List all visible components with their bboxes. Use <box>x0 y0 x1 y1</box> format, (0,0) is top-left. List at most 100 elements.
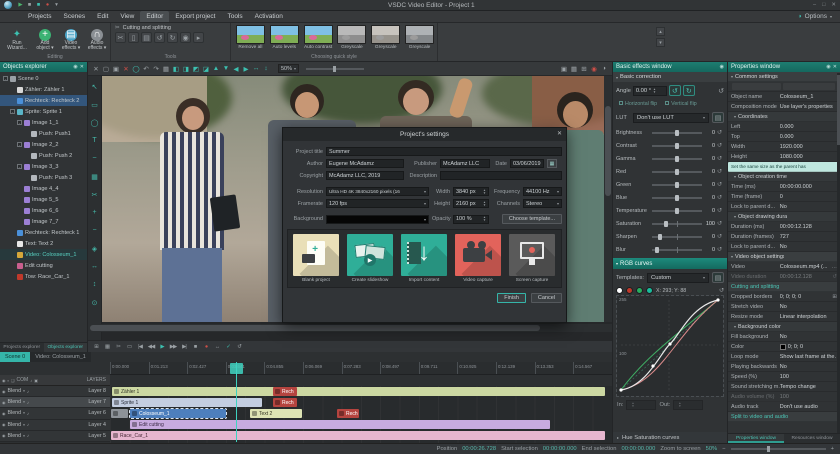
timeline-tracks[interactable]: Zähler 1 Rech Sprite 1 Rech <box>110 386 612 443</box>
property-row[interactable]: ▾ Color 0; 0; 0 <box>728 342 840 352</box>
slider-handle[interactable] <box>664 221 668 227</box>
menu-item[interactable]: Edit <box>91 11 114 22</box>
slider-track[interactable] <box>652 184 702 186</box>
finish-button[interactable]: Finish <box>497 293 526 303</box>
eye-icon[interactable]: ◉ <box>2 400 6 405</box>
align-top-icon[interactable]: ◩ <box>191 64 201 74</box>
scroll-down-button[interactable]: ▾ <box>656 38 665 47</box>
blend-mode[interactable]: Blend <box>8 399 22 405</box>
move-v-tool-icon[interactable]: ↕ <box>89 276 100 293</box>
timeline-clip[interactable]: Text 2 <box>250 409 302 418</box>
property-row[interactable]: ▾ Top 0.000 <box>728 132 840 142</box>
property-row[interactable]: ▾ Loop mode Show last frame at the... <box>728 352 840 362</box>
timeline-clip[interactable]: Sprite 1 <box>112 398 262 407</box>
flip-vertical-icon[interactable]: ↕ <box>261 64 271 74</box>
timeline-ruler[interactable]: 0:00.0000:01.2130:02.4270:03.6410:04.855… <box>110 362 612 375</box>
preview-tool-icon[interactable]: ▸ <box>193 32 204 43</box>
property-row[interactable]: ▾ Duration (ms) 00:00:12.128 <box>728 222 840 232</box>
dialog-close-icon[interactable]: ✕ <box>557 130 562 137</box>
timeline-clip[interactable]: Rech <box>337 409 359 418</box>
tree-expander[interactable]: - <box>17 142 22 147</box>
quick-style-item[interactable]: Greyscale <box>404 25 435 50</box>
rewind-icon[interactable]: ◀◀ <box>146 342 156 352</box>
slider-handle[interactable] <box>655 247 659 253</box>
rectangle-tool-icon[interactable]: ▭ <box>89 96 100 113</box>
zoom-slider[interactable] <box>731 448 826 450</box>
layer-row-controls[interactable]: ◉ Blend ▾ ♪ Layer 8 <box>0 386 110 397</box>
property-row[interactable]: ▾ Coordinates <box>728 112 840 122</box>
background-color-select[interactable] <box>326 215 429 224</box>
tree-item[interactable]: Zähler: Zähler 1 <box>0 84 87 95</box>
quick-style-item[interactable]: Auto contrast <box>303 25 334 50</box>
hue-saturation-section[interactable]: Hue Saturation curves <box>613 432 727 443</box>
publisher-input[interactable]: McAdamz LLC <box>440 159 490 168</box>
quick-style-item[interactable]: Greyscale <box>370 25 401 50</box>
frequency-select[interactable]: 44100 Hz <box>523 187 562 196</box>
tree-item[interactable]: Image 6_6 <box>0 205 87 216</box>
tree-expander[interactable]: - <box>10 109 15 114</box>
template-tile[interactable]: + ▶ ↓ Screen capture <box>507 234 557 283</box>
property-row[interactable]: ▾ Left 0.000 <box>728 122 840 132</box>
tree-item[interactable]: Edit cutting <box>0 260 87 271</box>
camera-icon[interactable]: ▣ <box>34 378 38 383</box>
slider-reset-icon[interactable]: ↺ <box>715 155 724 162</box>
maximize-button[interactable]: □ <box>822 2 825 8</box>
slider-track[interactable] <box>652 171 702 173</box>
slider-track[interactable] <box>652 197 702 199</box>
tree-item[interactable]: - Sprite: Sprite 1 <box>0 106 87 117</box>
tree-item[interactable]: Image 5_5 <box>0 194 87 205</box>
red-channel-button[interactable] <box>626 287 633 294</box>
tree-item[interactable]: Rechteck: Rechteck 2 <box>0 95 87 106</box>
date-input[interactable]: 03/06/2019 <box>510 159 544 168</box>
ellipse-tool-icon[interactable]: ◯ <box>89 114 100 131</box>
slider-handle[interactable] <box>675 208 679 214</box>
description-input[interactable] <box>440 171 562 180</box>
property-row[interactable]: ▾ Width 1920.000 <box>728 142 840 152</box>
tree-item[interactable]: Text: Text 2 <box>0 238 87 249</box>
zoom-in-tool-icon[interactable]: + <box>89 204 100 221</box>
property-row[interactable]: ▾ Speed (%) 100 <box>728 372 840 382</box>
rotate-ccw-icon[interactable]: ◀ <box>231 64 241 74</box>
property-row[interactable]: ▾ <box>728 82 840 92</box>
layers-icon[interactable]: ▦ <box>102 342 112 352</box>
horizontal-flip-checkbox[interactable]: Horizontal flip <box>619 101 657 107</box>
menu-item[interactable]: Scenes <box>57 11 91 22</box>
bring-forward-icon[interactable]: ▲ <box>211 64 221 74</box>
rotate-left-button[interactable]: ↺ <box>669 85 681 96</box>
eye-icon[interactable]: ◉ <box>2 389 6 394</box>
copy-icon[interactable]: ❏ <box>11 378 15 383</box>
layer-row-controls[interactable]: ◉ Blend ▾ ♪ Layer 7 <box>0 397 110 408</box>
crop-icon[interactable]: ▭ <box>124 342 134 352</box>
eye-icon[interactable]: ◉ <box>2 433 6 438</box>
rgb-curves-section[interactable]: RGB curves <box>613 258 727 269</box>
run-wizard-button[interactable]: ✦ Run Wizard... <box>2 27 32 52</box>
property-row[interactable]: ▾ Duration (frames) 727 <box>728 232 840 242</box>
vertical-flip-checkbox[interactable]: Vertical flip <box>665 101 697 107</box>
preview-horizontal-scrollbar[interactable] <box>88 324 612 332</box>
go-end-icon[interactable]: ▶| <box>179 342 189 352</box>
timeline-clip[interactable]: Rech <box>273 398 297 407</box>
lut-browse-button[interactable]: ▤ <box>712 112 724 123</box>
eye-icon[interactable]: ◉ <box>2 411 6 416</box>
calendar-icon[interactable]: ▦ <box>547 159 557 168</box>
go-start-icon[interactable]: |◀ <box>135 342 145 352</box>
target-tool-icon[interactable]: ⊙ <box>89 294 100 311</box>
slider-track[interactable] <box>652 145 702 147</box>
minimize-button[interactable]: – <box>813 2 816 8</box>
slider-reset-icon[interactable]: ↺ <box>715 168 724 175</box>
timeline-tab[interactable]: Scene 0 <box>0 352 30 362</box>
menu-item[interactable]: Activation <box>249 11 289 22</box>
layer-row-controls[interactable]: ◉ Blend ▾ ♪ Layer 4 <box>0 420 110 431</box>
trim-tool-icon[interactable]: ▯ <box>128 32 139 43</box>
menu-item[interactable]: View <box>114 11 140 22</box>
height-spinner[interactable]: 2160 px▲▼ <box>453 199 489 208</box>
quick-style-item[interactable]: Remove all <box>235 25 266 50</box>
property-row[interactable]: ▾ Resize mode Linear interpolation <box>728 312 840 322</box>
menu-item[interactable]: Editor <box>140 11 169 22</box>
preview-zoom-select[interactable]: 50% ▾ <box>278 64 299 73</box>
rgb-curve-editor[interactable]: 255 100 <box>617 296 723 396</box>
rotate-cw-icon[interactable]: ▶ <box>241 64 251 74</box>
tree-item[interactable]: Tow: Race_Car_1 <box>0 271 87 282</box>
cyan-channel-button[interactable] <box>646 287 653 294</box>
close-button[interactable]: ✕ <box>831 2 836 8</box>
